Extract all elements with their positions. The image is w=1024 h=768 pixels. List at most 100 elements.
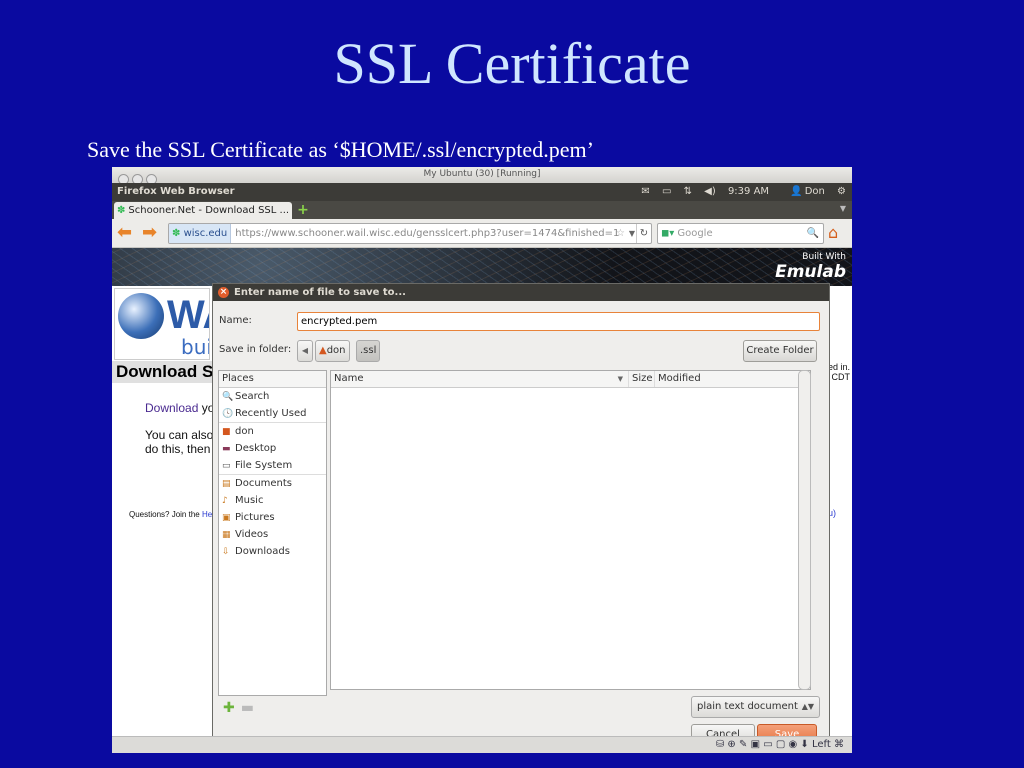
file-list[interactable]: Name ▼ Size Modified bbox=[330, 370, 811, 690]
name-label: Name: bbox=[219, 315, 252, 326]
user-icon: 👤 bbox=[790, 186, 803, 197]
search-engine-icon[interactable]: ◼▾ bbox=[661, 228, 674, 239]
places-item-search[interactable]: 🔍 Search bbox=[219, 388, 326, 405]
dialog-title-bar: × Enter name of file to save to... bbox=[213, 284, 829, 301]
new-tab-button[interactable]: + bbox=[295, 203, 311, 217]
tab-title: Schooner.Net - Download SSL ... bbox=[128, 205, 290, 216]
sort-arrow-icon: ▼ bbox=[617, 375, 623, 383]
tab-list-icon[interactable]: ▼ bbox=[840, 204, 846, 213]
search-bar[interactable]: ◼▾ Google 🔍 bbox=[657, 223, 824, 244]
breadcrumb-back-button[interactable]: ◀ bbox=[297, 340, 313, 362]
slide-subtitle: Save the SSL Certificate as ‘$HOME/.ssl/… bbox=[87, 137, 594, 162]
site-logo[interactable]: WA bui bbox=[114, 288, 210, 360]
url-bar[interactable]: ✽ wisc.edu https://www.schooner.wail.wisc… bbox=[168, 223, 652, 244]
places-item-videos[interactable]: ▦ Videos bbox=[219, 526, 326, 543]
breadcrumb-home[interactable]: ▲don bbox=[315, 340, 350, 362]
usb-icon[interactable]: ✎ bbox=[739, 739, 747, 750]
places-item-label: Music bbox=[235, 495, 264, 506]
volume-icon[interactable]: ◀) bbox=[704, 186, 716, 197]
emulab-brand: Emulab bbox=[775, 262, 846, 282]
remove-bookmark-button[interactable]: ▬ bbox=[241, 700, 254, 716]
home-folder-icon: ■ bbox=[222, 427, 231, 437]
history-dropdown-icon[interactable]: ▼ bbox=[629, 224, 635, 243]
column-modified[interactable]: Modified bbox=[654, 371, 798, 387]
places-item-label: Search bbox=[235, 391, 270, 402]
logo-text: WA bbox=[167, 293, 209, 337]
network-icon[interactable]: ⇅ bbox=[684, 186, 692, 197]
search-icon[interactable]: 🔍 bbox=[807, 224, 819, 243]
create-folder-button[interactable]: Create Folder bbox=[743, 340, 817, 362]
breadcrumb-ssl[interactable]: .ssl bbox=[356, 340, 381, 362]
vm-title-bar: My Ubuntu (30) [Running] bbox=[112, 167, 852, 185]
app-name: Firefox Web Browser bbox=[117, 186, 235, 197]
battery-icon[interactable]: ▭ bbox=[662, 186, 671, 197]
search-placeholder: Google bbox=[677, 228, 713, 239]
emulab-badge[interactable]: Built With Emulab bbox=[775, 252, 846, 282]
places-item-label: Pictures bbox=[235, 512, 275, 523]
desktop-icon: ▬ bbox=[222, 444, 231, 454]
documents-folder-icon: ▤ bbox=[222, 479, 231, 489]
places-item-pictures[interactable]: ▣ Pictures bbox=[219, 509, 326, 526]
footer-text: Questions? Join the Hel bbox=[129, 510, 214, 519]
places-item-label: Videos bbox=[235, 529, 269, 540]
user-menu[interactable]: 👤 Don bbox=[781, 186, 825, 197]
places-item-filesystem[interactable]: ▭ File System bbox=[219, 457, 326, 474]
places-edit-controls: ✚ ▬ bbox=[223, 700, 254, 716]
footer-prefix: Questions? Join the bbox=[129, 510, 202, 519]
logo-subtext: bui bbox=[181, 335, 210, 359]
places-item-recent[interactable]: 🕓 Recently Used bbox=[219, 405, 326, 422]
places-item-label: don bbox=[235, 426, 254, 437]
column-name-label: Name bbox=[334, 373, 364, 384]
forward-arrow-icon[interactable]: ➡ bbox=[142, 222, 157, 243]
places-item-home[interactable]: ■ don bbox=[219, 423, 326, 440]
mouse-icon[interactable]: ⬇ bbox=[800, 739, 808, 750]
body-line-2: You can also bbox=[145, 428, 214, 442]
places-item-downloads[interactable]: ⇩ Downloads bbox=[219, 543, 326, 560]
right-info-line1: ed in. bbox=[827, 362, 850, 372]
downloads-folder-icon: ⇩ bbox=[222, 547, 230, 557]
breadcrumb-home-label: don bbox=[326, 345, 346, 356]
gear-icon[interactable]: ⚙ bbox=[837, 186, 846, 197]
search-icon: 🔍 bbox=[222, 392, 234, 402]
disk-icon[interactable]: ⛁ bbox=[716, 739, 724, 750]
drive-icon: ▭ bbox=[222, 461, 231, 471]
built-with-text: Built With bbox=[802, 252, 846, 262]
bookmark-star-icon[interactable]: ☆ bbox=[616, 224, 625, 243]
filename-input[interactable]: encrypted.pem bbox=[297, 312, 820, 331]
network-icon[interactable]: ▢ bbox=[776, 739, 785, 750]
back-arrow-icon[interactable]: ⬅ bbox=[117, 222, 132, 243]
add-bookmark-button[interactable]: ✚ bbox=[223, 700, 235, 716]
clock-icon: 🕓 bbox=[222, 409, 234, 419]
home-icon[interactable]: ⌂ bbox=[828, 223, 838, 242]
save-file-dialog: × Enter name of file to save to... Name: … bbox=[212, 283, 830, 753]
file-type-filter[interactable]: plain text document ▲▼ bbox=[691, 696, 820, 718]
file-list-header: Name ▼ Size Modified bbox=[331, 371, 810, 388]
right-info-line2: CDT bbox=[831, 372, 851, 382]
download-link[interactable]: Download bbox=[145, 401, 198, 415]
places-item-label: Downloads bbox=[235, 546, 290, 557]
places-item-music[interactable]: ♪ Music bbox=[219, 492, 326, 509]
column-name[interactable]: Name ▼ bbox=[331, 371, 627, 387]
site-identity[interactable]: ✽ wisc.edu bbox=[169, 224, 232, 243]
places-item-documents[interactable]: ▤ Documents bbox=[219, 475, 326, 492]
close-icon[interactable]: × bbox=[218, 287, 229, 298]
column-size[interactable]: Size bbox=[628, 371, 654, 387]
places-item-desktop[interactable]: ▬ Desktop bbox=[219, 440, 326, 457]
save-in-folder-label: Save in folder: bbox=[219, 344, 292, 355]
shared-folder-icon[interactable]: ▣ bbox=[751, 739, 760, 750]
browser-tab[interactable]: ✽ Schooner.Net - Download SSL ... bbox=[114, 202, 292, 219]
places-header[interactable]: Places bbox=[219, 371, 326, 388]
places-item-label: File System bbox=[235, 460, 293, 471]
file-list-scrollbar[interactable] bbox=[798, 370, 811, 690]
host-key-label: Left ⌘ bbox=[812, 739, 844, 750]
capture-icon[interactable]: ◉ bbox=[789, 739, 798, 750]
cd-icon[interactable]: ⊕ bbox=[727, 739, 735, 750]
clock[interactable]: 9:39 AM bbox=[728, 186, 769, 197]
reload-icon[interactable]: ↻ bbox=[636, 224, 651, 243]
favicon-icon: ✽ bbox=[172, 228, 184, 239]
mail-icon[interactable]: ✉ bbox=[641, 186, 649, 197]
download-line: Download yo bbox=[145, 401, 214, 415]
file-type-filter-value: plain text document bbox=[697, 701, 798, 712]
display-icon[interactable]: ▭ bbox=[763, 739, 772, 750]
body-line-3: do this, then bbox=[145, 442, 211, 456]
